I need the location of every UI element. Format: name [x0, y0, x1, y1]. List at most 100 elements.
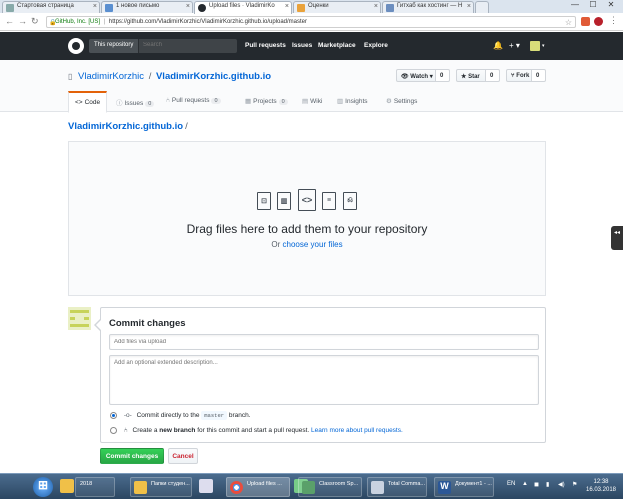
star-count[interactable]: 0 [486, 69, 500, 82]
tab-issues[interactable]: ⓘ Issues 0 [110, 91, 160, 112]
commit-summary-input[interactable] [109, 334, 539, 350]
commit-new-branch-option[interactable]: ⑃ Create a new branch for this commit an… [110, 427, 403, 434]
create-new-plus-icon[interactable]: + ▾ [509, 41, 520, 50]
taskbar-item[interactable]: W Документ1 - ... [434, 477, 494, 497]
tab-code[interactable]: <> Code [68, 91, 108, 113]
flag-icon[interactable]: ⚑ [572, 481, 577, 488]
user-avatar[interactable] [530, 41, 540, 51]
site-identity[interactable]: GitHub, Inc. [US] [55, 19, 100, 25]
project-icon: ▦ [245, 98, 252, 105]
tray-expand-icon[interactable]: ▲ [522, 481, 528, 487]
page-icon [386, 4, 394, 12]
repo-name-link[interactable]: VladimirKorzhic.github.io [156, 71, 271, 82]
file-drop-zone[interactable]: ⊡ ▥ <> ≡ ⎌ Drag files here to add them t… [68, 141, 546, 296]
search-scope[interactable]: This repository [89, 39, 140, 53]
browser-tab-label: 1 новое письмо [116, 3, 160, 9]
tab-label: Code [84, 99, 101, 106]
browser-tab-label: Стартовая страница [17, 3, 74, 9]
watch-button[interactable]: 👁 Watch ▾ [396, 69, 436, 82]
url-text[interactable]: https://github.com/VladimirKorzhic/Vladi… [109, 19, 307, 25]
maximize-button[interactable]: ☐ [584, 0, 602, 9]
back-icon[interactable]: ← [5, 16, 14, 26]
file-code-icon: <> [298, 189, 316, 211]
taskbar-item-label: Папки студен... [151, 481, 190, 487]
taskbar-item[interactable]: 2018 [75, 477, 115, 497]
avatar-dropdown-caret-icon[interactable]: ▾ [542, 43, 545, 49]
commit-direct-option[interactable]: -o- Commit directly to the master branch… [110, 411, 251, 421]
app-icon[interactable] [199, 479, 213, 493]
fork-icon: ⑂ [511, 73, 515, 79]
language-indicator[interactable]: EN [507, 481, 515, 487]
breadcrumb-repo-link[interactable]: VladimirKorzhic.github.io [68, 121, 183, 132]
nav-marketplace[interactable]: Marketplace [318, 42, 356, 49]
start-button[interactable]: ⊞ [33, 477, 53, 497]
extension-icon[interactable] [594, 17, 603, 26]
taskbar-item[interactable]: Total Comma... [367, 477, 427, 497]
repo-owner-link[interactable]: VladimirKorzhic [78, 71, 144, 82]
close-icon[interactable]: × [186, 3, 190, 10]
volume-icon[interactable]: ◀) [558, 481, 565, 488]
fork-count[interactable]: 0 [532, 69, 546, 82]
browser-tab[interactable]: Оценки × [293, 1, 381, 13]
browser-tab-label: Гитхаб как хостинг — Н [397, 3, 463, 9]
new-branch-radio[interactable] [110, 427, 117, 434]
close-icon[interactable]: × [93, 3, 97, 10]
nav-issues[interactable]: Issues [292, 42, 312, 49]
commit-form: Commit changes -o- Commit directly to th… [94, 307, 546, 443]
learn-more-link[interactable]: Learn more about pull requests. [311, 427, 403, 434]
forward-icon[interactable]: → [18, 16, 27, 26]
side-panel-handle-icon[interactable]: ◂◂ [611, 226, 623, 250]
reload-icon[interactable]: ↻ [31, 16, 39, 27]
taskbar-item-label: Total Comma... [388, 481, 425, 487]
new-branch-text: Create a [132, 427, 160, 435]
repo-title: ▯ VladimirKorzhic / VladimirKorzhic.gith… [68, 71, 271, 82]
extension-icon[interactable] [581, 17, 590, 26]
close-icon[interactable]: × [374, 3, 378, 10]
watch-count[interactable]: 0 [436, 69, 450, 82]
file-pdf-icon: ⎌ [343, 192, 357, 210]
system-clock[interactable]: 12:38 16.03.2018 [584, 478, 618, 494]
browser-tab[interactable]: Гитхаб как хостинг — Н × [382, 1, 474, 13]
eye-icon: 👁 [401, 74, 409, 80]
nav-explore[interactable]: Explore [364, 42, 388, 49]
nav-pull-requests[interactable]: Pull requests [245, 42, 286, 49]
github-logo-icon[interactable] [68, 38, 84, 54]
star-button[interactable]: ★ Star [456, 69, 486, 82]
fork-button[interactable]: ⑂ Fork [506, 69, 532, 82]
url-input[interactable]: 🔒 GitHub, Inc. [US] | https://github.com… [46, 16, 576, 28]
cancel-button[interactable]: Cancel [168, 448, 198, 464]
repo-title-separator: / [148, 71, 152, 82]
browser-tab-active[interactable]: Upload files · VladimirKo × [194, 1, 292, 14]
bookmark-star-icon[interactable]: ☆ [565, 18, 572, 27]
menu-icon[interactable]: ⋮ [609, 15, 618, 26]
browser-tab[interactable]: Стартовая страница × [2, 1, 100, 13]
page-icon [6, 4, 14, 12]
tab-insights[interactable]: ▥ Insights [331, 91, 374, 112]
folder-icon[interactable] [60, 479, 74, 493]
taskbar-item[interactable]: Classroom Sp... [298, 477, 362, 497]
tab-count: 0 [278, 99, 288, 105]
minimize-button[interactable]: — [566, 0, 584, 9]
taskbar-item[interactable]: Upload files ... [226, 477, 290, 497]
taskbar-item[interactable]: Папки студен... [130, 477, 192, 497]
tab-wiki[interactable]: ▤ Wiki [296, 91, 328, 112]
close-icon[interactable]: × [285, 3, 289, 10]
search-input[interactable] [143, 42, 233, 48]
choose-files-link[interactable]: choose your files [283, 240, 343, 249]
commit-changes-button[interactable]: Commit changes [100, 448, 164, 464]
commit-direct-radio[interactable] [110, 412, 117, 419]
tab-count: 0 [211, 98, 221, 104]
book-icon: ▤ [302, 98, 309, 105]
drop-zone-title: Drag files here to add them to your repo… [186, 222, 428, 236]
close-icon[interactable]: × [467, 3, 471, 10]
tray-app-icon[interactable]: ◼ [534, 481, 539, 488]
tab-projects[interactable]: ▦ Projects 0 [239, 91, 294, 112]
network-icon[interactable]: ▮ [546, 481, 549, 488]
tab-settings[interactable]: ⚙ Settings [380, 91, 423, 112]
commit-description-textarea[interactable] [109, 355, 539, 405]
new-tab-button[interactable] [475, 1, 489, 13]
tab-pull-requests[interactable]: ⑃ Pull requests 0 [160, 91, 227, 112]
notifications-bell-icon[interactable]: 🔔 [493, 41, 503, 50]
browser-tab[interactable]: 1 новое письмо × [101, 1, 193, 13]
close-window-button[interactable]: ✕ [602, 0, 620, 9]
